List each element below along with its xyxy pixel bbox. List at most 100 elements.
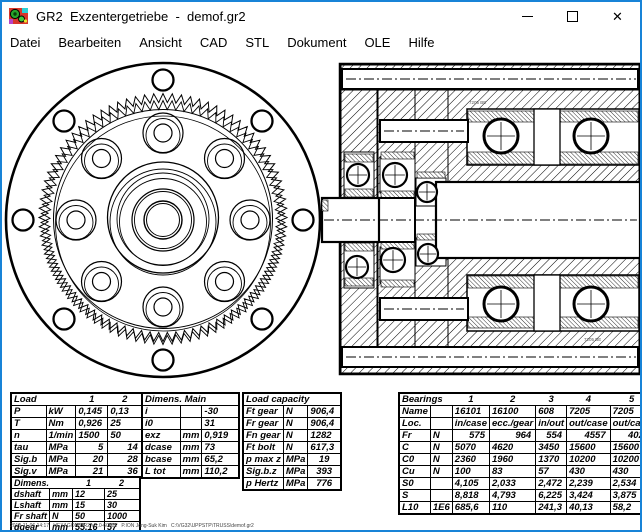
- table-cell: 65,2: [202, 454, 239, 466]
- table-cell: S0: [399, 478, 430, 490]
- table-header-cell: 1: [76, 393, 108, 406]
- menu-item-cad[interactable]: CAD: [191, 35, 236, 50]
- table-cell: N: [283, 418, 308, 430]
- table-cell: N: [283, 430, 308, 442]
- table-cell: tau: [11, 442, 46, 454]
- table-cell: 1500: [76, 430, 108, 442]
- table-row: L101E6685,6110241,340,1358,2: [399, 502, 642, 515]
- table-cell: 906,4: [308, 406, 341, 418]
- drawing-canvas: 7205 BE 7205 BE Load12PkW0,1450,13TNm0,9…: [2, 54, 640, 530]
- table-cell: 5070: [452, 442, 489, 454]
- table-cell: 964: [490, 430, 536, 442]
- table-cell: 1/min: [46, 430, 76, 442]
- table-row: Sig.bMPa2028: [11, 454, 143, 466]
- table-cell: 10200: [610, 454, 642, 466]
- table-cell: MPa: [46, 454, 76, 466]
- table-row: p HertzMPa776: [243, 478, 341, 491]
- table-row: PkW0,1450,13: [11, 406, 143, 418]
- table-cell: p Hertz: [243, 478, 283, 491]
- table-cell: MPa: [283, 454, 308, 466]
- table-cell: mm: [180, 430, 202, 442]
- table-cell: in/case: [452, 418, 489, 430]
- table-cell: 3,875: [610, 490, 642, 502]
- front-view-drawing: [6, 63, 320, 377]
- minimize-button[interactable]: [505, 2, 550, 30]
- table-cell: 776: [308, 478, 341, 491]
- table-cell: 15600: [610, 442, 642, 454]
- table-row: L totmm110,2: [142, 466, 239, 479]
- table-cell: 1282: [308, 430, 341, 442]
- table-cell: bcase: [142, 454, 180, 466]
- table-cell: L tot: [142, 466, 180, 479]
- table-cell: 100: [452, 466, 489, 478]
- technical-drawing: 7205 BE 7205 BE: [2, 54, 640, 392]
- table-cell: p max z: [243, 454, 283, 466]
- table-cell: 2,033: [490, 478, 536, 490]
- table-cell: 1000: [105, 511, 140, 522]
- table-cell: 110: [490, 502, 536, 515]
- menu-item-stl[interactable]: STL: [236, 35, 278, 50]
- table-cell: 393: [308, 466, 341, 478]
- table-cell: C0: [399, 454, 430, 466]
- table-cell: N: [430, 454, 452, 466]
- table-cell: 110,2: [202, 466, 239, 479]
- table-cell: ecc./gear: [490, 418, 536, 430]
- menu-item-ole[interactable]: OLE: [355, 35, 399, 50]
- table-header-cell: 4: [567, 393, 611, 406]
- table-cell: 25: [108, 418, 143, 430]
- table-row: Fr shaftN501000: [11, 511, 140, 522]
- table-cell: Sig.b.z: [243, 466, 283, 478]
- table-cell: 4025: [610, 430, 642, 442]
- table-cell: out/case: [567, 418, 611, 430]
- table-cell: 10200: [567, 454, 611, 466]
- table-cell: 4620: [490, 442, 536, 454]
- table-cell: 50: [73, 511, 105, 522]
- table-cell: 4,793: [490, 490, 536, 502]
- table-cell: 73: [202, 442, 239, 454]
- table-cell: 50: [108, 430, 143, 442]
- table-cell: 0,926: [76, 418, 108, 430]
- table-title: Bearings: [399, 393, 452, 406]
- menu-item-hilfe[interactable]: Hilfe: [399, 35, 443, 50]
- table-header-cell: 2: [490, 393, 536, 406]
- title-bar[interactable]: GR2 Exzentergetriebe - demof.gr2 ✕: [2, 2, 640, 30]
- table-cell: 617,3: [308, 442, 341, 454]
- table-cell: Cu: [399, 466, 430, 478]
- table-row: CuN1008357430430: [399, 466, 642, 478]
- table-cell: 16100: [490, 406, 536, 418]
- dimens-main-table: Dimens. Maini-30i031exzmm0,919dcasemm73b…: [141, 392, 240, 479]
- menu-item-datei[interactable]: Datei: [2, 35, 49, 50]
- table-row: Sig.b.zMPa393: [243, 466, 341, 478]
- table-row: exzmm0,919: [142, 430, 239, 442]
- table-cell: 0,145: [76, 406, 108, 418]
- table-row: tauMPa514: [11, 442, 143, 454]
- table-cell: i: [142, 406, 180, 418]
- table-header-cell: 5: [610, 393, 642, 406]
- table-cell: -30: [202, 406, 239, 418]
- table-row: Ft gearN906,4: [243, 406, 341, 418]
- table-cell: Fr: [399, 430, 430, 442]
- table-cell: N: [430, 442, 452, 454]
- table-header-cell: 2: [108, 393, 143, 406]
- table-row: dcasemm73: [142, 442, 239, 454]
- table-cell: [430, 406, 452, 418]
- menu-item-ansicht[interactable]: Ansicht: [130, 35, 191, 50]
- menu-item-bearbeiten[interactable]: Bearbeiten: [49, 35, 130, 50]
- maximize-button[interactable]: [550, 2, 595, 30]
- menu-bar: Datei Bearbeiten Ansicht CAD STL Dokumen…: [2, 30, 640, 54]
- table-cell: [430, 478, 452, 490]
- table-row: i031: [142, 418, 239, 430]
- table-cell: 0,13: [108, 406, 143, 418]
- table-cell: N: [283, 406, 308, 418]
- table-cell: 554: [536, 430, 567, 442]
- table-cell: 4557: [567, 430, 611, 442]
- menu-item-dokument[interactable]: Dokument: [278, 35, 355, 50]
- table-cell: Ft gear: [243, 406, 283, 418]
- table-cell: MPa: [283, 478, 308, 491]
- table-cell: Nm: [46, 418, 76, 430]
- table-cell: C: [399, 442, 430, 454]
- close-button[interactable]: ✕: [595, 2, 640, 30]
- table-row: Fn gearN1282: [243, 430, 341, 442]
- table-cell: 25: [105, 489, 140, 500]
- table-cell: 5: [76, 442, 108, 454]
